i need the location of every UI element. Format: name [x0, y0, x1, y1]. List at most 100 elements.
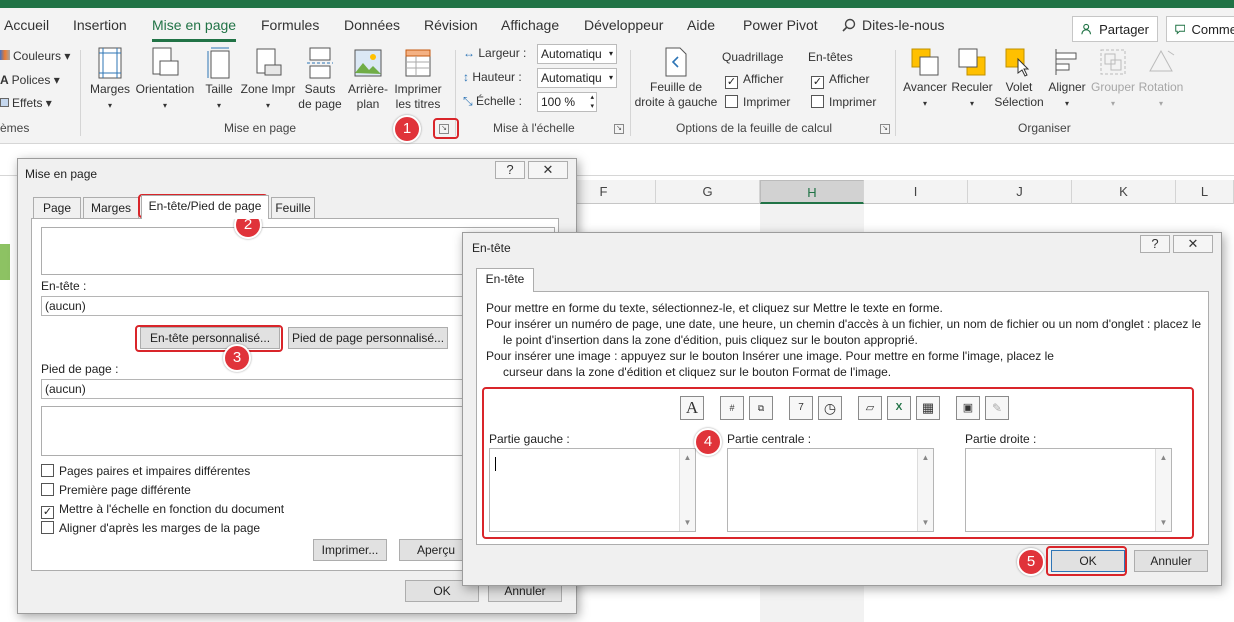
selection-pane-button[interactable]: Volet Sélection	[994, 47, 1044, 110]
column-header-g[interactable]: G	[656, 180, 760, 204]
rotate-button[interactable]: Rotation ▾	[1136, 47, 1186, 111]
theme-colors-button[interactable]: Couleurs ▾	[0, 49, 70, 63]
checkbox-checked: ✓	[41, 506, 54, 519]
arrange-group-label: Organiser	[1018, 121, 1071, 135]
background-button[interactable]: Arrière-plan	[344, 47, 392, 112]
scale-spinner[interactable]: 100 % ▴ ▾	[537, 92, 597, 112]
page-break-icon	[307, 47, 333, 79]
width-control[interactable]: ↔ Largeur :	[463, 46, 526, 60]
share-label: Partager	[1099, 21, 1149, 37]
page-size-icon	[207, 47, 230, 79]
tab-formules[interactable]: Formules	[261, 17, 319, 33]
option-odd-even[interactable]: Pages paires et impaires différentes	[41, 464, 250, 478]
column-header-j[interactable]: J	[968, 180, 1072, 204]
tab-aide[interactable]: Aide	[687, 17, 715, 33]
annotation-marker-1: 1	[393, 115, 421, 143]
tab-power-pivot[interactable]: Power Pivot	[743, 17, 818, 33]
margins-label: Marges	[89, 82, 130, 96]
tell-me-label: Dites-le-nous	[862, 17, 945, 33]
checkbox-empty	[725, 95, 738, 108]
person-add-icon	[1081, 23, 1092, 35]
send-backward-button[interactable]: Reculer ▾	[948, 47, 996, 111]
option-scale-with-doc[interactable]: ✓ Mettre à l'échelle en fonction du docum…	[41, 502, 284, 519]
height-select[interactable]: Automatiqu ▾	[537, 68, 617, 88]
print-area-button[interactable]: Zone Impr ▾	[240, 47, 296, 113]
theme-colors-label: Couleurs	[13, 49, 62, 63]
theme-effects-button[interactable]: Effets ▾	[0, 96, 52, 110]
scale-group-label: Mise à l'échelle	[493, 121, 575, 135]
tab-header-footer[interactable]: En-tête/Pied de page	[141, 195, 269, 219]
help-button[interactable]: ?	[1140, 235, 1170, 253]
align-label: Aligner	[1048, 80, 1086, 94]
print-titles-button[interactable]: Imprimer les titres	[392, 47, 444, 112]
tab-insertion[interactable]: Insertion	[73, 17, 127, 33]
bring-forward-label: Avancer	[903, 80, 947, 94]
tab-page[interactable]: Page	[33, 197, 81, 219]
help-button[interactable]: ?	[495, 161, 525, 179]
rotate-label: Rotation	[1138, 80, 1184, 94]
tab-marges[interactable]: Marges	[83, 197, 139, 219]
tab-donnees[interactable]: Données	[344, 17, 400, 33]
print-area-label: Zone Impr	[240, 82, 296, 96]
option-first-page[interactable]: Première page différente	[41, 483, 191, 497]
close-button[interactable]: ✕	[528, 161, 568, 179]
tab-mise-en-page[interactable]: Mise en page	[152, 17, 237, 42]
send-backward-label: Reculer	[951, 80, 993, 94]
tell-me-search[interactable]: Dites-le-nous	[842, 17, 944, 33]
tab-revision[interactable]: Révision	[424, 17, 478, 33]
share-button[interactable]: Partager	[1072, 16, 1158, 42]
scale-dialog-launcher[interactable]: ↘	[614, 124, 624, 134]
option-align-margins-label: Aligner d'après les marges de la page	[59, 521, 261, 535]
tab-developpeur[interactable]: Développeur	[584, 17, 663, 33]
gridlines-title: Quadrillage	[722, 50, 784, 64]
tab-en-tete[interactable]: En-tête	[476, 268, 534, 292]
group-button[interactable]: Grouper ▾	[1088, 47, 1138, 111]
margins-button[interactable]: Marges ▾	[88, 47, 132, 113]
checkbox-empty	[41, 464, 54, 477]
instruction-line-4: Pour insérer une image : appuyez sur le …	[486, 349, 1054, 363]
gridlines-view-checkbox[interactable]: ✓ Afficher	[725, 72, 783, 89]
column-header-k[interactable]: K	[1072, 180, 1176, 204]
tab-feuille[interactable]: Feuille	[271, 197, 315, 219]
bring-forward-button[interactable]: Avancer ▾	[900, 47, 950, 111]
orientation-button[interactable]: Orientation ▾	[132, 47, 198, 113]
tab-accueil[interactable]: Accueil	[4, 17, 49, 33]
cancel-button[interactable]: Annuler	[1134, 550, 1208, 572]
bring-forward-icon	[911, 48, 939, 76]
theme-effects-label: Effets	[12, 96, 43, 110]
tab-affichage[interactable]: Affichage	[501, 17, 559, 33]
gridlines-print-checkbox[interactable]: Imprimer	[725, 95, 790, 109]
height-control[interactable]: ↕ Hauteur :	[463, 70, 522, 84]
checkbox-empty	[811, 95, 824, 108]
annotation-box-launcher	[433, 118, 459, 139]
group-separator	[895, 50, 896, 136]
column-header-i[interactable]: I	[864, 180, 968, 204]
column-header-h[interactable]: H	[760, 180, 864, 204]
print-titles-icon	[405, 49, 431, 77]
sheet-options-dialog-launcher[interactable]: ↘	[880, 124, 890, 134]
column-header-l[interactable]: L	[1176, 180, 1234, 204]
group-separator	[80, 50, 81, 136]
option-align-margins[interactable]: Aligner d'après les marges de la page	[41, 521, 260, 535]
page-setup-title: Mise en page	[25, 167, 98, 181]
headings-view-checkbox[interactable]: ✓ Afficher	[811, 72, 869, 89]
close-button[interactable]: ✕	[1173, 235, 1213, 253]
option-odd-even-label: Pages paires et impaires différentes	[59, 464, 251, 478]
width-select[interactable]: Automatiqu ▾	[537, 44, 617, 64]
theme-fonts-button[interactable]: A Polices ▾	[0, 73, 60, 87]
size-button[interactable]: Taille ▾	[200, 47, 238, 113]
selection-pane-label: Volet Sélection	[994, 80, 1044, 109]
custom-footer-button[interactable]: Pied de page personnalisé...	[288, 327, 448, 349]
align-button[interactable]: Aligner ▾	[1044, 47, 1090, 111]
row-highlight	[0, 244, 10, 280]
annotation-marker-4: 4	[694, 428, 722, 456]
footer-label: Pied de page :	[41, 362, 119, 376]
send-backward-icon	[958, 48, 986, 76]
print-button[interactable]: Imprimer...	[313, 539, 387, 561]
sheet-rtl-button[interactable]: Feuille de droite à gauche	[634, 47, 718, 110]
headings-print-checkbox[interactable]: Imprimer	[811, 95, 876, 109]
group-objects-icon	[1100, 49, 1126, 75]
comments-button[interactable]: Comme	[1166, 16, 1234, 42]
breaks-button[interactable]: Sauts de page	[296, 47, 344, 112]
annotation-marker-5: 5	[1017, 548, 1045, 576]
